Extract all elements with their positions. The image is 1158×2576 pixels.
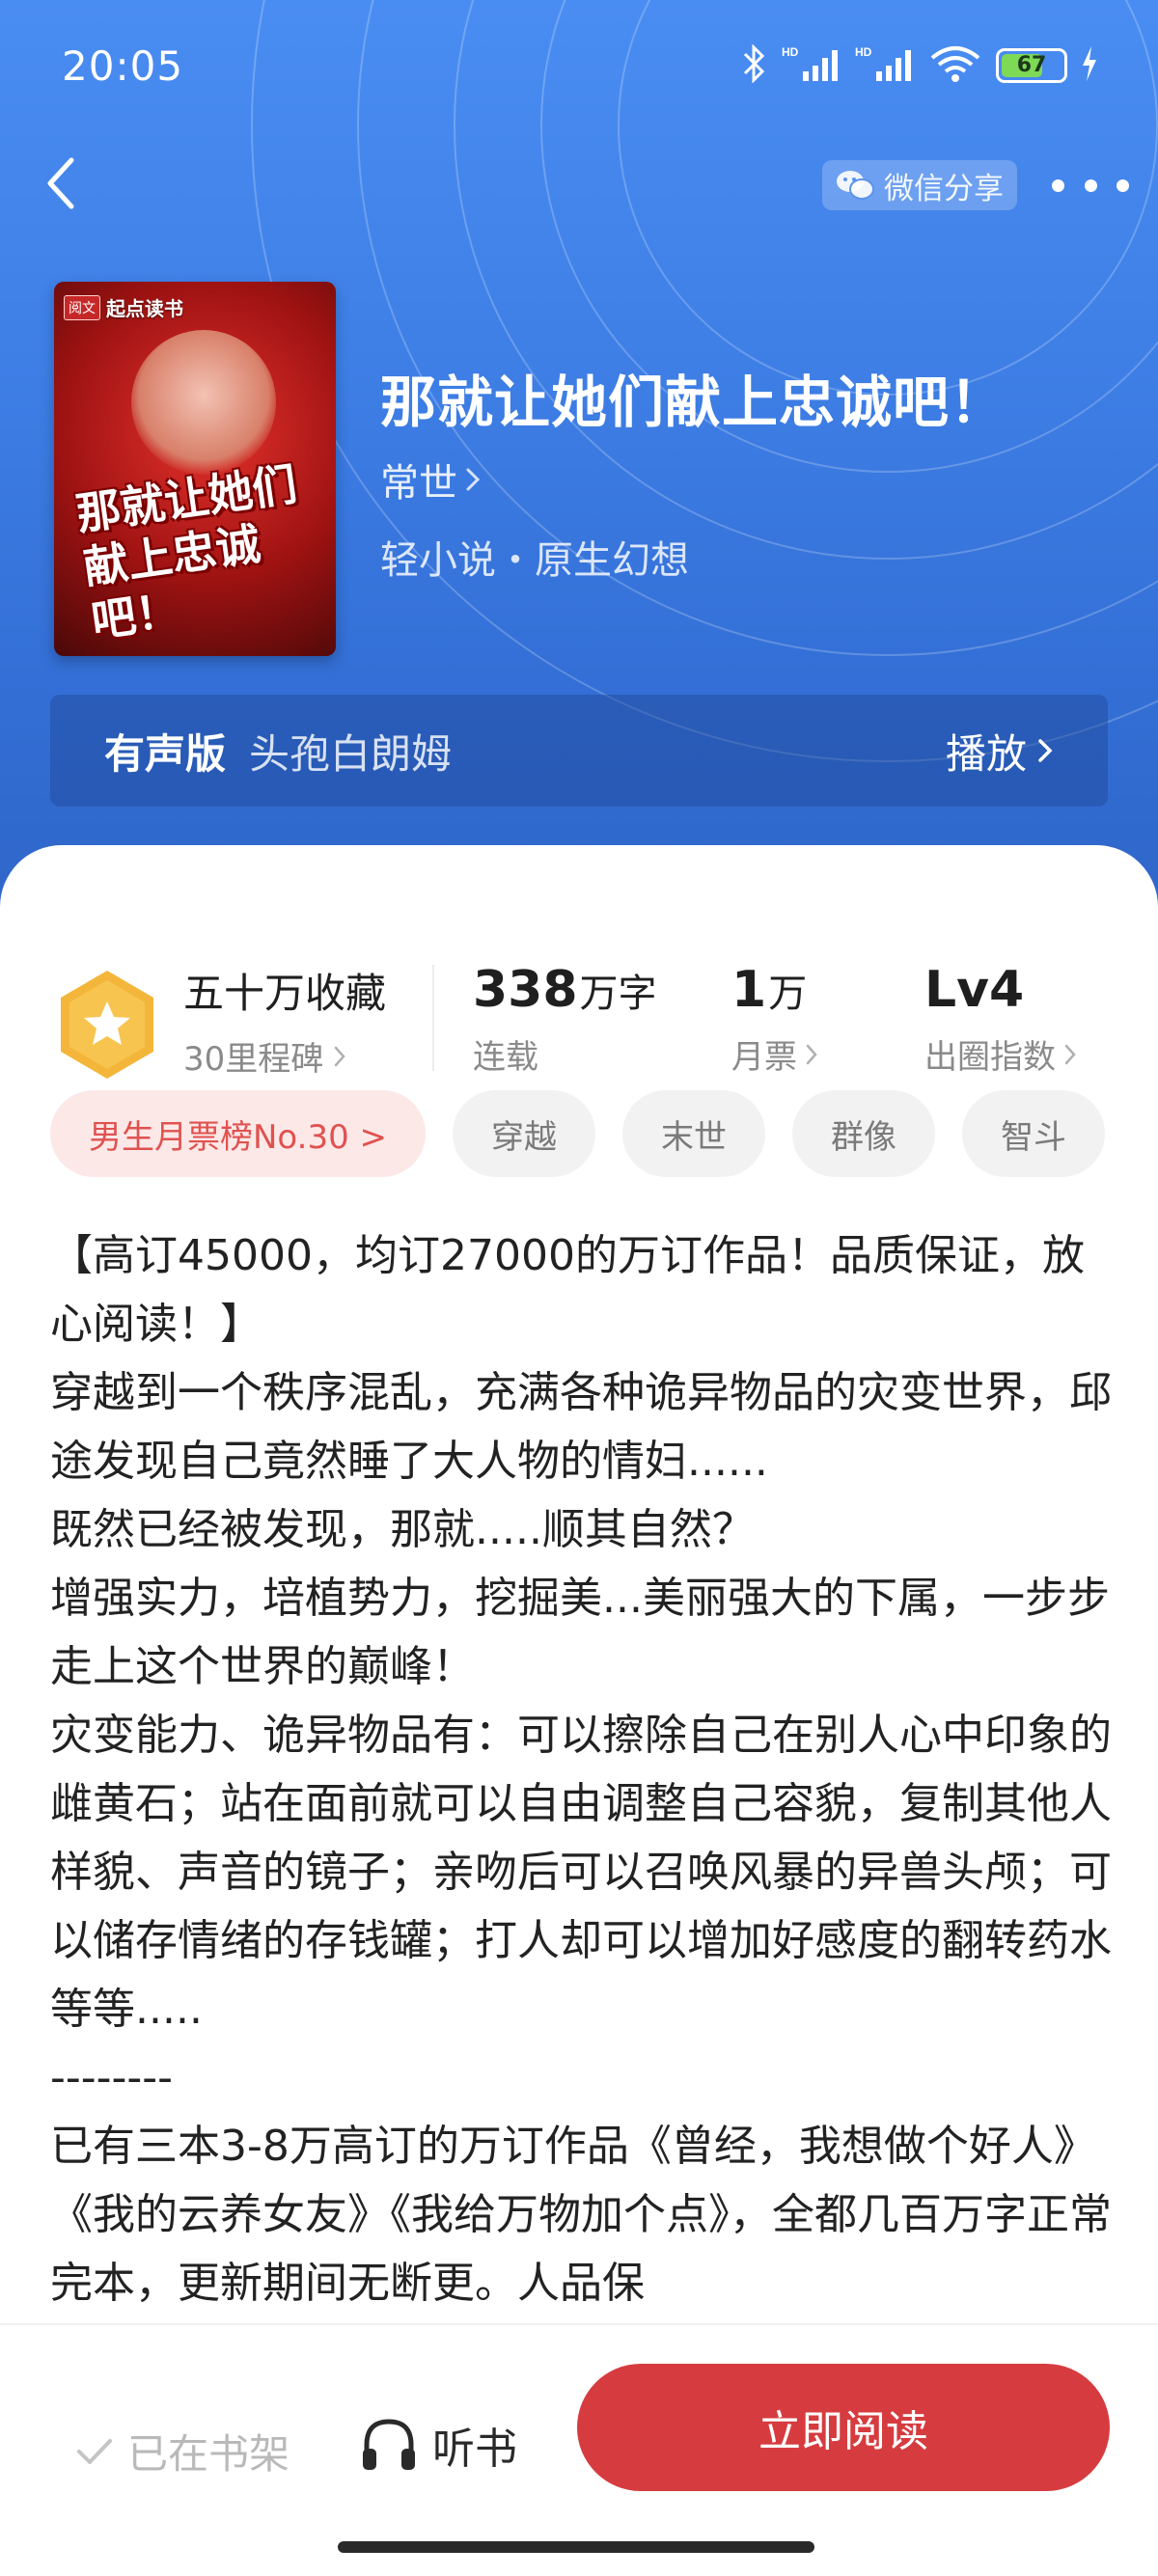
audiobook-narrator: 头孢白朗姆 (249, 729, 453, 778)
chevron-right-icon (1064, 1044, 1076, 1064)
tag-rank[interactable]: 男生月票榜No.30 > (50, 1090, 427, 1177)
cover-brand: 阅文 起点读书 (64, 293, 183, 321)
stats-row: 五十万收藏 30里程碑 338 万字 连载 1万 月票 Lv4 出圈指数 (0, 901, 1158, 1079)
ticket-unit: 万 (768, 972, 808, 1016)
star-medal-icon (61, 971, 153, 1079)
signal-icon: HD (782, 44, 841, 87)
headphones-icon (363, 2419, 415, 2470)
listen-label: 听书 (432, 2425, 517, 2474)
ticket-label: 月票 (731, 1038, 797, 1077)
share-label: 微信分享 (884, 171, 1004, 206)
cover-brand-text: 起点读书 (106, 297, 183, 320)
battery-level: 67 (1016, 53, 1047, 77)
book-title: 那就让她们献上忠诚吧！ (380, 370, 1007, 435)
svg-text:HD: HD (855, 45, 872, 59)
description-paragraph: 既然已经被发现，那就.....顺其自然？ (50, 1505, 755, 1554)
charging-icon (1081, 46, 1098, 85)
bottom-action-bar: 已在书架 听书 立即阅读 (0, 2323, 1158, 2576)
book-header: 20:05 HD HD 67 微信分享 阅文 起点读书 那就让她们献上忠诚吧！ … (0, 0, 1158, 907)
word-count-value: 338 (473, 961, 578, 1019)
back-button[interactable] (31, 154, 89, 212)
word-count-stat: 338 万字 连载 (473, 961, 657, 1078)
chevron-right-icon (806, 1044, 817, 1064)
dot-icon (1117, 178, 1129, 192)
more-options-button[interactable] (1052, 164, 1129, 206)
book-cover[interactable]: 阅文 起点读书 那就让她们献上忠诚吧！ (54, 282, 336, 656)
wechat-icon (837, 171, 874, 200)
stats-divider (432, 965, 434, 1071)
description-paragraph: 已有三本3-8万高订的万订作品《曾经，我想做个好人》《我的云养女友》《我给万物加… (50, 2122, 1112, 2308)
bluetooth-icon (739, 43, 768, 87)
author-link[interactable]: 常世 (380, 452, 481, 507)
signal-icon: HD (855, 44, 915, 87)
read-now-label: 立即阅读 (758, 2407, 928, 2456)
tag-item[interactable]: 穿越 (453, 1090, 596, 1177)
listen-button[interactable]: 听书 (359, 2414, 517, 2476)
description-paragraph: 穿越到一个秩序混乱，充满各种诡异物品的灾变世界，邱途发现自己竟然睡了大人物的情妇… (50, 1368, 1112, 1486)
description-paragraph: 增强实力，培植势力，挖掘美...美丽强大的下属，一步步走上这个世界的巅峰！ (50, 1574, 1110, 1691)
chevron-right-icon (466, 468, 481, 491)
serial-status: 连载 (473, 1038, 538, 1077)
status-icons: HD HD 67 (739, 43, 1098, 87)
shelf-label: 已在书架 (127, 2430, 290, 2478)
milestone-label: 30里程碑 (183, 1040, 324, 1079)
description-paragraph: 灾变能力、诡异物品有：可以擦除自己在别人心中印象的雌黄石；站在面前就可以自由调整… (50, 1711, 1112, 2034)
monthly-ticket-stat[interactable]: 1万 月票 (731, 961, 818, 1078)
dot-icon (1084, 178, 1097, 192)
tag-item[interactable]: 智斗 (962, 1090, 1106, 1177)
battery-icon: 67 (996, 48, 1067, 83)
ticket-value: 1 (731, 961, 767, 1019)
chevron-left-icon (47, 157, 74, 209)
influence-label: 出圈指数 (924, 1038, 1056, 1077)
check-icon (77, 2438, 112, 2464)
dot-icon (1052, 178, 1064, 192)
description-paragraph: -------- (50, 2053, 174, 2102)
cover-character (131, 330, 276, 475)
home-indicator[interactable] (338, 2541, 814, 2553)
collection-count: 五十万收藏 (183, 970, 387, 1017)
status-bar: 20:05 HD HD 67 (0, 0, 1158, 125)
read-now-button[interactable]: 立即阅读 (577, 2364, 1110, 2491)
milestone-link[interactable]: 30里程碑 (183, 1032, 346, 1080)
audiobook-label: 有声版 (104, 729, 227, 778)
in-bookshelf-button[interactable]: 已在书架 (75, 2422, 290, 2480)
book-detail-sheet: 五十万收藏 30里程碑 338 万字 连载 1万 月票 Lv4 出圈指数 男生月票… (0, 845, 1158, 2576)
cover-title: 那就让她们献上忠诚吧！ (72, 457, 300, 647)
influence-value: Lv4 (924, 961, 1025, 1019)
author-name: 常世 (380, 461, 457, 506)
description-paragraph: 【高订45000，均订27000的万订作品！品质保证，放心阅读！】 (50, 1231, 1085, 1349)
wifi-icon (928, 44, 982, 87)
tag-list: 男生月票榜No.30 > 穿越 末世 群像 智斗 (50, 1090, 1106, 1181)
wechat-share-button[interactable]: 微信分享 (822, 160, 1017, 210)
tag-item[interactable]: 末世 (622, 1090, 766, 1177)
book-description: 【高订45000，均订27000的万订作品！品质保证，放心阅读！】 穿越到一个秩… (50, 1221, 1112, 2317)
influence-stat[interactable]: Lv4 出圈指数 (924, 961, 1077, 1078)
chevron-right-icon (335, 1046, 345, 1066)
cover-badge: 阅文 (64, 294, 100, 320)
svg-text:HD: HD (782, 45, 799, 59)
play-button[interactable]: 播放 (946, 722, 1054, 781)
book-genre: 轻小说・原生幻想 (380, 538, 689, 583)
audiobook-bar[interactable]: 有声版 头孢白朗姆 播放 (50, 695, 1108, 807)
tag-item[interactable]: 群像 (792, 1090, 936, 1177)
chevron-right-icon (1038, 739, 1053, 762)
word-count-unit: 万字 (579, 972, 657, 1016)
play-label: 播放 (945, 729, 1027, 778)
status-time: 20:05 (62, 42, 184, 90)
